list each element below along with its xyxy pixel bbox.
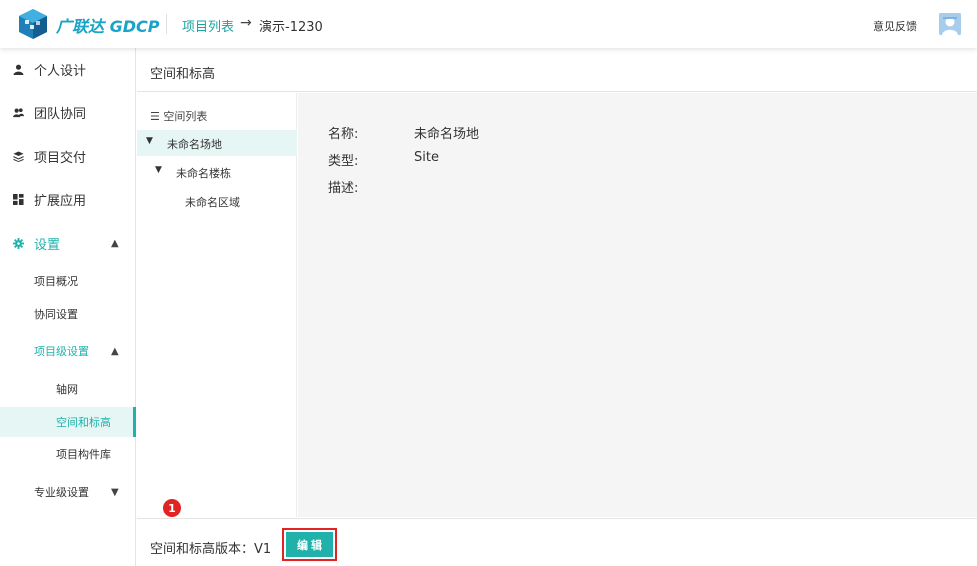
tree-node-label: 未命名楼栋 <box>176 167 231 180</box>
sidebar-item-personal-design[interactable]: 个人设计 <box>0 49 136 89</box>
sidebar-item-label: 个人设计 <box>34 63 87 79</box>
chevron-up-icon: ▲ <box>111 345 119 357</box>
breadcrumb-project-list-link[interactable]: 项目列表 <box>182 16 234 35</box>
sidebar-item-professional-settings[interactable]: 专业级设置 ▼ <box>0 477 136 507</box>
sidebar-item-space-and-levels[interactable]: 空间和标高 <box>0 407 136 437</box>
chevron-up-icon: ▲ <box>111 237 119 249</box>
sidebar-item-label: 扩展应用 <box>34 193 87 209</box>
tree-node-label: 未命名场地 <box>167 138 222 151</box>
name-label: 名称: <box>328 127 359 142</box>
sidebar-item-project-overview[interactable]: 项目概况 <box>0 266 136 296</box>
team-icon <box>13 108 24 118</box>
header-divider <box>166 14 167 34</box>
brand-name-cn: 广联达 <box>56 17 105 36</box>
version-text: 空间和标高版本：V1 <box>150 542 272 557</box>
sidebar-item-collaboration-settings[interactable]: 协同设置 <box>0 299 136 329</box>
caret-down-icon[interactable]: ▼ <box>155 165 162 175</box>
sidebar-subitem-label: 项目构件库 <box>56 448 111 461</box>
sidebar-subitem-label: 空间和标高 <box>56 416 111 429</box>
sidebar-item-project-level-settings[interactable]: 项目级设置 ▲ <box>0 336 136 366</box>
breadcrumb-current-project: 演示-1230 <box>259 20 323 35</box>
brand-name-en: GDCP <box>109 17 160 36</box>
edit-button[interactable]: 编 辑 <box>286 532 333 557</box>
sidebar-item-grid[interactable]: 轴网 <box>0 374 136 404</box>
sidebar-subitem-label: 项目级设置 <box>34 345 89 358</box>
footer-bar: 空间和标高版本：V1 编 辑 <box>137 518 977 566</box>
page-title: 空间和标高 <box>150 67 216 82</box>
caret-down-icon[interactable]: ▼ <box>146 136 153 146</box>
sidebar: 个人设计 团队协同 项目交付 扩展应用 设置 ▲ 项目概况 协同设置 项目级设置… <box>0 48 136 566</box>
sidebar-item-label: 项目交付 <box>34 150 87 166</box>
sidebar-item-label: 设置 <box>34 237 61 253</box>
type-label: 类型: <box>328 154 359 169</box>
user-avatar-icon <box>939 13 961 35</box>
sidebar-subitem-label: 协同设置 <box>34 308 78 321</box>
space-tree-panel: ☰ 空间列表 ▼ 未命名场地 ▼ 未命名楼栋 未命名区域 <box>137 93 297 517</box>
space-detail-panel: 名称: 未命名场地 类型: Site 描述: <box>298 93 977 517</box>
logo-icon[interactable] <box>16 7 50 41</box>
sidebar-subitem-label: 轴网 <box>56 383 78 396</box>
sidebar-item-project-delivery[interactable]: 项目交付 <box>0 136 136 176</box>
step-number-badge: 1 <box>163 499 181 517</box>
space-list-header: ☰ 空间列表 <box>150 110 208 123</box>
sidebar-item-team-collaboration[interactable]: 团队协同 <box>0 92 136 132</box>
tree-node-zone[interactable]: 未命名区域 <box>137 188 297 214</box>
name-value: 未命名场地 <box>414 127 480 142</box>
sidebar-item-label: 团队协同 <box>34 106 87 122</box>
tree-node-label: 未命名区域 <box>185 196 240 209</box>
sidebar-subitem-label: 专业级设置 <box>34 486 89 499</box>
apps-icon <box>13 194 24 205</box>
user-icon <box>13 64 24 75</box>
sidebar-item-component-library[interactable]: 项目构件库 <box>0 439 136 469</box>
sidebar-item-extensions[interactable]: 扩展应用 <box>0 179 136 219</box>
page-title-bar: 空间和标高 <box>137 48 977 92</box>
layers-icon <box>13 151 24 162</box>
type-value: Site <box>414 150 439 165</box>
top-header: 广联达 GDCP 项目列表 → 演示-1230 意见反馈 <box>0 0 977 48</box>
feedback-link[interactable]: 意见反馈 <box>873 18 917 34</box>
description-label: 描述: <box>328 181 359 196</box>
sidebar-item-settings[interactable]: 设置 ▲ <box>0 223 136 263</box>
sidebar-subitem-label: 项目概况 <box>34 275 78 288</box>
brand-name[interactable]: 广联达 GDCP <box>56 13 159 37</box>
avatar[interactable] <box>939 13 961 35</box>
tree-node-building[interactable]: ▼ 未命名楼栋 <box>137 159 297 185</box>
arrow-right-icon: → <box>240 15 252 31</box>
tree-node-site[interactable]: ▼ 未命名场地 <box>137 130 297 156</box>
gear-icon <box>13 238 24 249</box>
chevron-down-icon: ▼ <box>111 486 119 498</box>
